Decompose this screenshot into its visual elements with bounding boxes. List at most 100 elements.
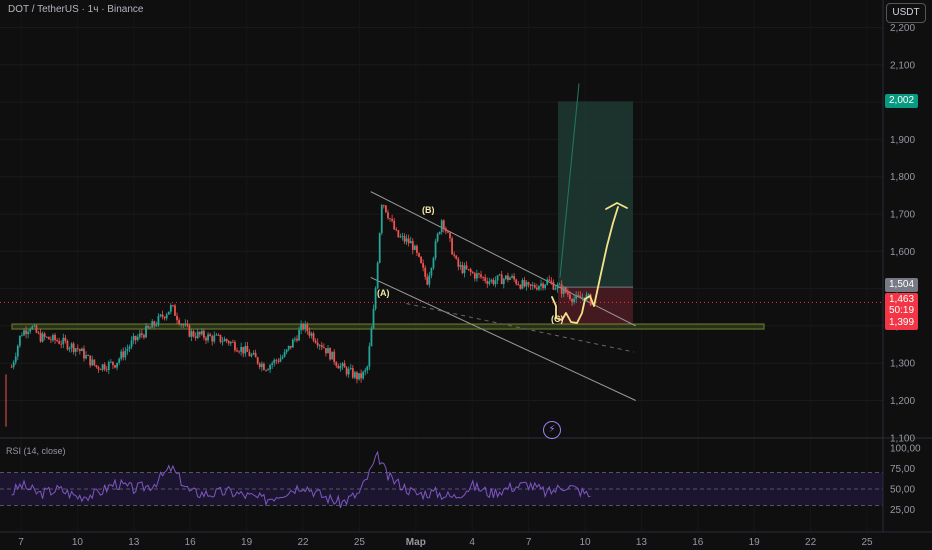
candle-body [488, 281, 491, 284]
candles [5, 203, 592, 427]
rsi-tick-label: 100,00 [890, 444, 921, 455]
candle-body [556, 284, 559, 289]
candle-body [393, 220, 396, 230]
candle-body [149, 327, 152, 329]
candle-body [91, 359, 94, 366]
date-tick-label: 13 [636, 537, 648, 548]
candle-body [134, 335, 137, 340]
candle-body [114, 365, 116, 368]
candle-body [333, 351, 336, 363]
date-tick-label: 7 [526, 537, 532, 548]
candle-body [382, 205, 385, 206]
candle-body [62, 337, 65, 345]
candle-body [490, 279, 493, 282]
candle-body [31, 326, 34, 330]
candle-body [426, 276, 429, 285]
date-tick-label: 13 [128, 537, 140, 548]
candle-body [362, 371, 365, 379]
candle-body [267, 369, 269, 371]
candle-body [521, 280, 524, 289]
candle-body [140, 333, 143, 335]
candle-body [438, 231, 441, 235]
candle-body [43, 333, 46, 337]
candle-body [407, 238, 410, 244]
candle-body [366, 366, 369, 371]
candle-body [513, 275, 516, 280]
candle-body [335, 362, 338, 366]
candle-body [178, 320, 181, 325]
candle-body [72, 343, 75, 352]
candle-body [60, 343, 63, 345]
candle-body [316, 342, 319, 346]
candle-body [78, 349, 81, 352]
candle-body [496, 275, 499, 281]
candle-body [25, 330, 27, 335]
candle-body [525, 282, 528, 287]
candle-body [223, 338, 226, 342]
candle-body [457, 258, 460, 267]
candle-body [453, 254, 456, 256]
candle-body [95, 365, 98, 368]
candle-body [234, 342, 236, 351]
candle-body [240, 346, 243, 352]
candle-body [322, 347, 325, 349]
candle-body [275, 359, 278, 361]
candle-body [21, 335, 23, 337]
candle-body [256, 357, 259, 364]
symbol-header[interactable]: DOT / TetherUS · 1ч · Binance [8, 4, 143, 15]
date-tick-label: 25 [354, 537, 366, 548]
candle-body [360, 373, 362, 379]
price-tick-label: 1,100 [890, 433, 915, 444]
candle-body [298, 330, 300, 341]
candle-body [132, 335, 135, 341]
candle-body [207, 334, 209, 341]
candle-body [378, 233, 381, 263]
candle-body [575, 295, 578, 299]
candle-body [331, 351, 334, 360]
candle-body [465, 265, 468, 270]
candle-body [14, 356, 17, 363]
currency-button[interactable]: USDT [886, 3, 926, 23]
lightning-icon[interactable]: ⚡ [543, 421, 561, 439]
candle-body [66, 340, 69, 350]
price-tick-label: 1,800 [890, 172, 915, 183]
candle-body [12, 362, 15, 368]
target-price-badge: 2,002 [885, 94, 919, 108]
candle-body [546, 279, 549, 285]
candle-body [41, 333, 44, 342]
candle-body [112, 361, 114, 366]
rsi-title[interactable]: RSI (14, close) [6, 446, 66, 456]
candle-body [507, 275, 509, 280]
candle-body [159, 314, 162, 316]
candle-body [172, 305, 174, 307]
candle-body [449, 232, 451, 239]
candle-body [320, 345, 323, 348]
candle-body [341, 363, 344, 367]
candle-body [494, 280, 497, 285]
candle-body [434, 241, 437, 259]
candle-body [356, 372, 358, 380]
candle-body [533, 285, 536, 288]
candle-body [312, 333, 315, 341]
candle-body [531, 285, 534, 286]
candle-body [515, 279, 518, 284]
candle-body [304, 323, 307, 329]
date-tick-label: 22 [805, 537, 817, 548]
candle-body [325, 348, 327, 354]
candle-body [318, 345, 321, 346]
date-tick-label: 16 [185, 537, 197, 548]
candle-body [151, 321, 154, 328]
candle-body [99, 369, 102, 371]
candle-body [269, 365, 271, 370]
chart-canvas[interactable]: 100,0075,0050,0025,00 2,2002,1002,0001,9… [0, 0, 932, 550]
candle-body [265, 370, 267, 371]
candle-body [23, 330, 25, 336]
candle-body [118, 358, 121, 363]
candle-body [310, 333, 313, 336]
candle-body [542, 283, 544, 288]
candle-body [126, 348, 129, 351]
candle-body [409, 241, 412, 244]
candle-body [258, 363, 261, 368]
candle-body [287, 345, 290, 350]
candle-body [519, 284, 522, 289]
